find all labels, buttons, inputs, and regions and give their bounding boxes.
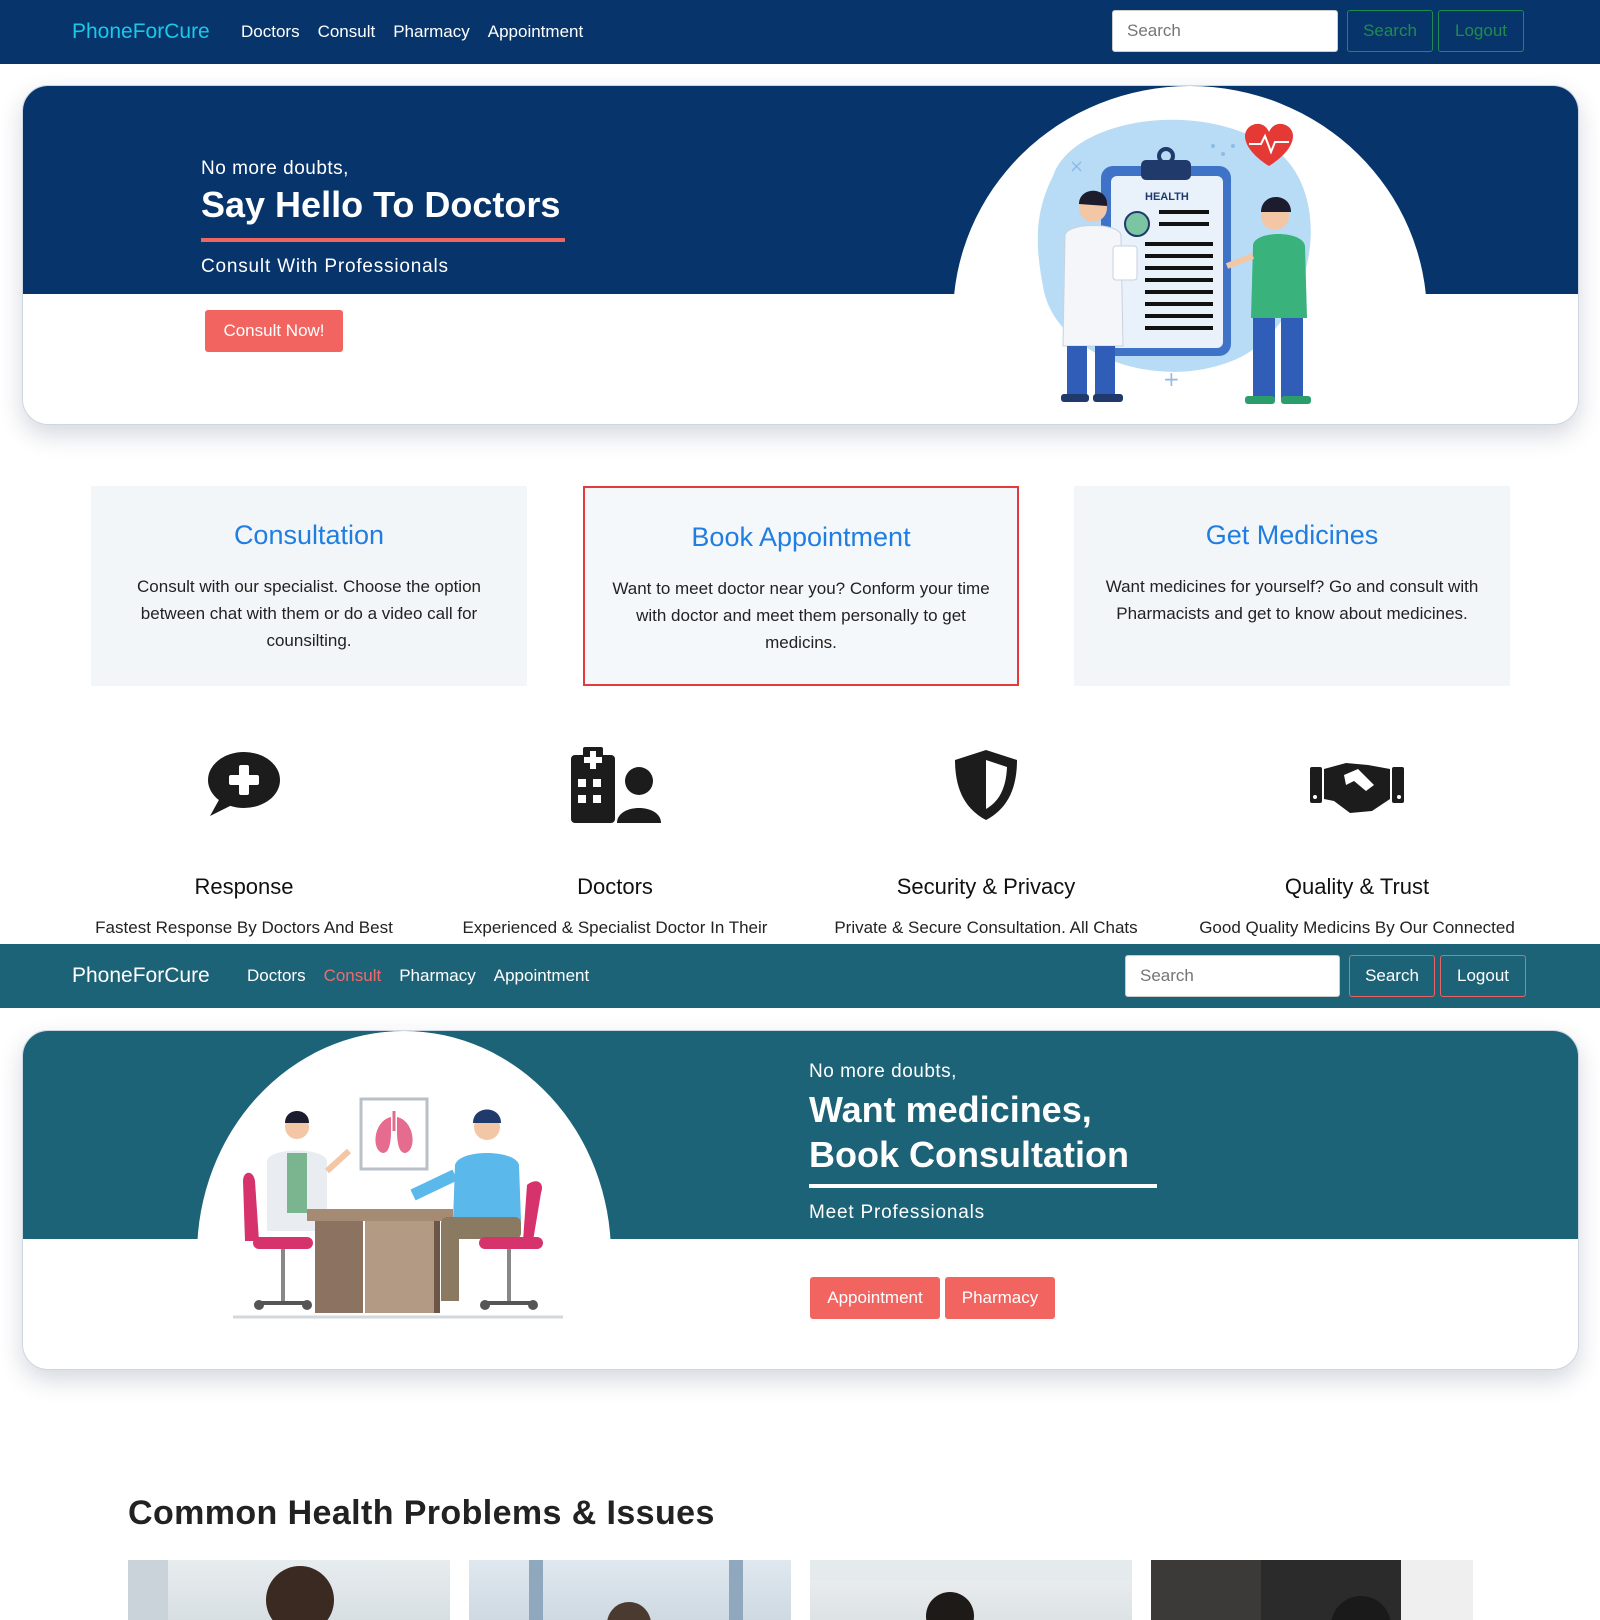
person-photo-icon xyxy=(529,1560,743,1620)
feature-text: Private & Secure Consultation. All Chats xyxy=(834,918,1138,937)
hero-kicker: No more doubts, xyxy=(809,1061,957,1082)
feature-text: Experienced & Specialist Doctor In Their xyxy=(462,918,768,937)
service-title[interactable]: Book Appointment xyxy=(609,522,993,553)
logout-button[interactable]: Logout xyxy=(1438,10,1524,52)
hero-underline xyxy=(201,238,565,242)
service-text: Want to meet doctor near you? Conform yo… xyxy=(612,579,990,652)
feature-title: Security & Privacy xyxy=(896,874,1076,899)
service-title[interactable]: Get Medicines xyxy=(1098,520,1486,551)
hero-title: Say Hello To Doctors xyxy=(201,184,561,225)
service-text: Want medicines for yourself? Go and cons… xyxy=(1105,577,1479,623)
brand-logo[interactable]: PhoneForCure xyxy=(72,20,210,44)
hero-underline xyxy=(809,1184,1157,1188)
consult-now-button[interactable]: Consult Now! xyxy=(205,310,343,352)
top-navbar: PhoneForCure Doctors Consult Pharmacy Ap… xyxy=(0,0,1600,64)
brand-logo[interactable]: PhoneForCure xyxy=(72,964,210,988)
search-button[interactable]: Search xyxy=(1347,10,1433,52)
feature-text: Good Quality Medicins By Our Connected xyxy=(1199,918,1515,937)
hospital-user-icon xyxy=(571,747,661,823)
nav-link-consult[interactable]: Consult xyxy=(318,22,376,42)
nav-link-doctors[interactable]: Doctors xyxy=(241,22,300,42)
person-photo-icon xyxy=(1151,1560,1473,1620)
doctor-patient-illustration: HEALTH + × xyxy=(1037,119,1311,404)
health-problem-card[interactable] xyxy=(128,1560,450,1620)
consultation-illustration xyxy=(233,1097,563,1319)
service-card-consultation[interactable]: Consultation Consult with our specialist… xyxy=(91,486,527,686)
service-text: Consult with our specialist. Choose the … xyxy=(137,577,481,650)
section-title: Common Health Problems & Issues xyxy=(128,1494,715,1532)
search-input[interactable] xyxy=(1125,955,1340,997)
nav-link-pharmacy[interactable]: Pharmacy xyxy=(399,966,476,986)
search-input[interactable] xyxy=(1112,10,1338,52)
svg-text:×: × xyxy=(1069,156,1084,177)
feature-text: Fastest Response By Doctors And Best xyxy=(95,918,393,937)
hero-subtitle: Meet Professionals xyxy=(809,1202,985,1223)
service-title[interactable]: Consultation xyxy=(115,520,503,551)
search-button[interactable]: Search xyxy=(1349,955,1435,997)
medical-chat-icon xyxy=(208,752,280,816)
logout-button[interactable]: Logout xyxy=(1440,955,1526,997)
nav-links: Doctors Consult Pharmacy Appointment xyxy=(241,22,583,42)
nav-link-appointment[interactable]: Appointment xyxy=(494,966,589,986)
hero-subtitle: Consult With Professionals xyxy=(201,256,449,277)
feature-doctors: Doctors Experienced & Specialist Doctor … xyxy=(435,740,795,938)
health-label: HEALTH xyxy=(1145,191,1189,203)
nav-link-consult[interactable]: Consult xyxy=(324,966,382,986)
svg-text:+: + xyxy=(1163,367,1180,391)
service-card-get-medicines[interactable]: Get Medicines Want medicines for yoursel… xyxy=(1074,486,1510,686)
hero-title-line1: Want medicines, xyxy=(809,1089,1092,1130)
appointment-button[interactable]: Appointment xyxy=(810,1277,940,1319)
health-problem-card[interactable] xyxy=(469,1560,791,1620)
feature-title: Doctors xyxy=(577,874,653,899)
person-photo-icon xyxy=(128,1560,334,1620)
nav-links: Doctors Consult Pharmacy Appointment xyxy=(247,966,589,986)
feature-response: Response Fastest Response By Doctors And… xyxy=(64,740,424,938)
health-problem-card[interactable] xyxy=(810,1560,1132,1620)
hero-kicker: No more doubts, xyxy=(201,158,349,179)
hero-medicines: No more doubts, Want medicines, Book Con… xyxy=(22,1030,1579,1370)
health-problem-card[interactable] xyxy=(1151,1560,1473,1620)
shield-icon xyxy=(955,750,1017,820)
person-photo-icon xyxy=(810,1560,1132,1620)
pharmacy-button[interactable]: Pharmacy xyxy=(945,1277,1055,1319)
hero-doctors: No more doubts, Say Hello To Doctors Con… xyxy=(22,85,1579,425)
feature-title: Response xyxy=(194,874,294,899)
feature-security-privacy: Security & Privacy Private & Secure Cons… xyxy=(806,740,1166,938)
nav-link-pharmacy[interactable]: Pharmacy xyxy=(393,22,470,42)
feature-title: Quality & Trust xyxy=(1284,874,1430,899)
hero-title-line2: Book Consultation xyxy=(809,1134,1129,1175)
nav-link-doctors[interactable]: Doctors xyxy=(247,966,306,986)
nav-link-appointment[interactable]: Appointment xyxy=(488,22,583,42)
second-navbar: PhoneForCure Doctors Consult Pharmacy Ap… xyxy=(0,944,1600,1008)
feature-quality-trust: Quality & Trust Good Quality Medicins By… xyxy=(1177,740,1537,938)
handshake-icon xyxy=(1310,763,1404,813)
service-card-book-appointment[interactable]: Book Appointment Want to meet doctor nea… xyxy=(583,486,1019,686)
